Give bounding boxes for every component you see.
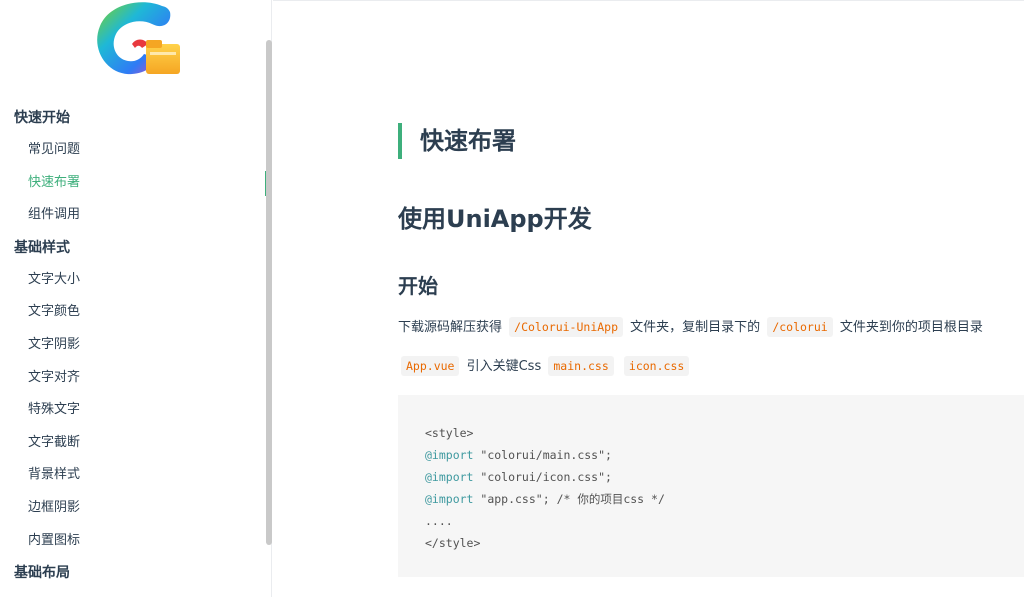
sidebar-item-builtin-icons[interactable]: 内置图标 (0, 525, 266, 558)
sidebar-scrollbar[interactable] (266, 40, 272, 545)
code-keyword: @import (425, 492, 474, 506)
paragraph-text: 下载源码解压获得 (398, 320, 503, 335)
sidebar-item-border-shadow[interactable]: 边框阴影 (0, 492, 266, 525)
sidebar-nav: 快速开始 常见问题 快速布署 组件调用 基础样式 文字大小 文字颜色 文字阴影 … (0, 102, 268, 589)
code-string: "app.css"; (473, 492, 557, 506)
nav-group-label: 基础样式 (14, 239, 70, 256)
inline-code: App.vue (401, 356, 460, 376)
paragraph-text: 文件夹到你的项目根目录 (839, 320, 983, 335)
subsection-heading: 开始 (398, 274, 438, 298)
sidebar-item-faq[interactable]: 常见问题 (0, 134, 266, 167)
code-line: </style> (425, 532, 1024, 554)
code-comment: /* 你的项目css */ (556, 492, 665, 506)
code-line: @import "app.css"; /* 你的项目css */ (425, 488, 1024, 510)
nav-group-label[interactable]: 基础布局 (0, 557, 266, 589)
sidebar-item-text-align[interactable]: 文字对齐 (0, 362, 266, 395)
sidebar-item-quick-deploy[interactable]: 快速布署 (0, 167, 268, 200)
sidebar-item-component-usage[interactable]: 组件调用 (0, 199, 266, 232)
nav-group-quickstart: 快速开始 常见问题 快速布署 组件调用 (0, 102, 268, 232)
paragraph-download: 下载源码解压获得 /Colorui-UniApp 文件夹，复制目录下的 /col… (398, 315, 983, 339)
code-line: <style> (425, 422, 1024, 444)
code-line: .... (425, 510, 1024, 532)
nav-group-basic-style: 基础样式 文字大小 文字颜色 文字阴影 文字对齐 特殊文字 文字截断 背景样式 … (0, 232, 266, 557)
paragraph-text: 文件夹，复制目录下的 (630, 320, 761, 335)
code-text: .... (425, 514, 453, 528)
main-content: 快速布署 使用UniApp开发 开始 下载源码解压获得 /Colorui-Uni… (273, 0, 1024, 597)
nav-group-basic-layout: 基础布局 (0, 557, 266, 589)
sidebar: 快速开始 常见问题 快速布署 组件调用 基础样式 文字大小 文字颜色 文字阴影 … (0, 0, 272, 597)
code-tag: </style> (425, 536, 481, 550)
logo-icon (97, 2, 180, 75)
sidebar-item-text-color[interactable]: 文字颜色 (0, 296, 266, 329)
inline-code: /Colorui-UniApp (509, 317, 624, 337)
paragraph-import: App.vue 引入关键Css main.css icon.css (398, 354, 692, 378)
code-line: @import "colorui/main.css"; (425, 444, 1024, 466)
sidebar-item-background-style[interactable]: 背景样式 (0, 459, 266, 492)
colorui-logo[interactable] (92, 0, 184, 82)
sidebar-item-label: 快速布署 (28, 174, 81, 190)
code-string: "colorui/icon.css"; (473, 470, 612, 484)
section-heading: 使用UniApp开发 (398, 205, 592, 233)
sidebar-item-text-shadow[interactable]: 文字阴影 (0, 329, 266, 362)
code-block[interactable]: <style> @import "colorui/main.css"; @imp… (398, 395, 1024, 577)
code-keyword: @import (425, 448, 474, 462)
sidebar-item-special-text[interactable]: 特殊文字 (0, 394, 266, 427)
code-tag: <style> (425, 426, 474, 440)
inline-code: icon.css (623, 356, 690, 376)
sidebar-item-text-truncate[interactable]: 文字截断 (0, 427, 266, 460)
code-keyword: @import (425, 470, 474, 484)
paragraph-text: 引入关键Css (466, 359, 542, 374)
inline-code: /colorui (767, 317, 833, 337)
nav-group-label: 快速开始 (14, 110, 70, 126)
inline-code: main.css (548, 356, 614, 376)
sidebar-item-text-size[interactable]: 文字大小 (0, 264, 266, 297)
app-window: 快速开始 常见问题 快速布署 组件调用 基础样式 文字大小 文字颜色 文字阴影 … (0, 0, 1024, 597)
page-title: 快速布署 (398, 123, 516, 159)
code-string: "colorui/main.css"; (473, 448, 612, 462)
code-line: @import "colorui/icon.css"; (425, 466, 1024, 488)
